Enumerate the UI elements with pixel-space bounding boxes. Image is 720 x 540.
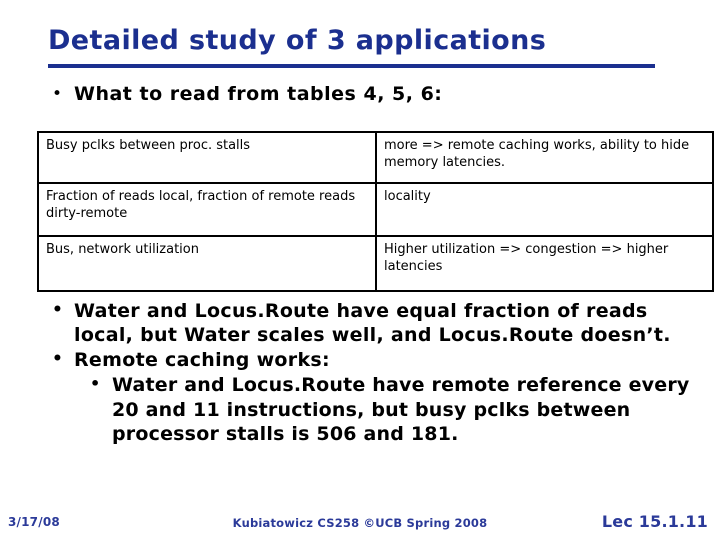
title-underline-rule: [48, 64, 655, 68]
list-item: • Water and Locus.Route have equal fract…: [52, 299, 692, 347]
bullet-dot-icon: •: [52, 300, 64, 320]
list-item-label: Remote caching works:: [74, 349, 330, 372]
intro-bullet: • What to read from tables 4, 5, 6:: [52, 83, 672, 107]
table-cell-meaning: more => remote caching works, ability to…: [375, 131, 714, 184]
bullet-dot-icon: •: [90, 374, 101, 394]
bullet-dot-icon: •: [52, 349, 64, 370]
table-row: Bus, network utilization Higher utilizat…: [37, 235, 714, 292]
table-cell-meaning: Higher utilization => congestion => high…: [375, 235, 714, 292]
table-row: Fraction of reads local, fraction of rem…: [37, 182, 714, 237]
body-bullet-list: • Water and Locus.Route have equal fract…: [52, 299, 692, 447]
sub-list-item: • Water and Locus.Route have remote refe…: [90, 373, 692, 445]
sub-list-item-label: Water and Locus.Route have remote refere…: [112, 374, 690, 445]
bullet-dot-icon: •: [52, 84, 63, 104]
table-cell-metric: Busy pclks between proc. stalls: [37, 131, 377, 184]
table-cell-metric: Bus, network utilization: [37, 235, 377, 292]
list-item-label: Water and Locus.Route have equal fractio…: [74, 300, 671, 347]
metrics-table: Busy pclks between proc. stalls more => …: [37, 131, 714, 292]
list-item: • Remote caching works:: [52, 348, 692, 372]
table-cell-metric: Fraction of reads local, fraction of rem…: [37, 182, 377, 237]
table-cell-meaning: locality: [375, 182, 714, 237]
table-row: Busy pclks between proc. stalls more => …: [37, 131, 714, 184]
page-title: Detailed study of 3 applications: [48, 25, 547, 56]
intro-bullet-label: What to read from tables 4, 5, 6:: [74, 83, 443, 105]
footer-lecture-number: Lec 15.1.11: [601, 512, 708, 531]
